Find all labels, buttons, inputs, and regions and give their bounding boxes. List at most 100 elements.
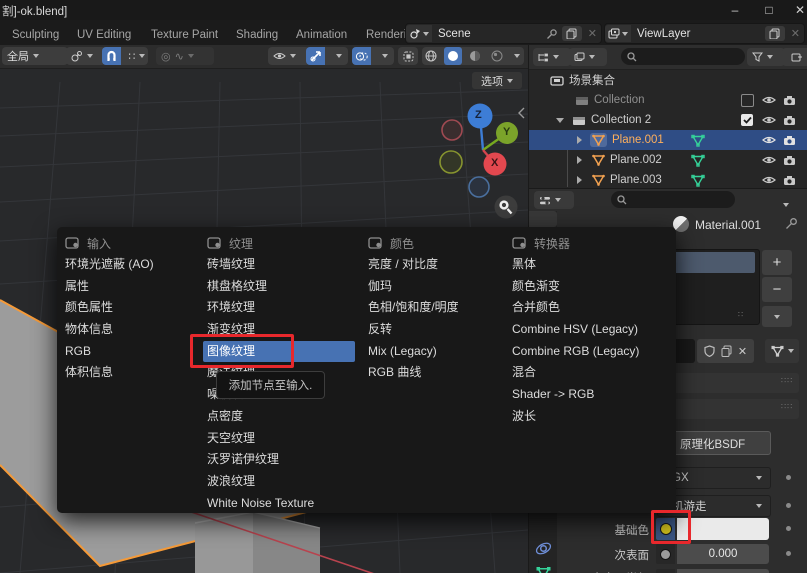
gizmo-dropdown[interactable]: [329, 47, 348, 65]
show-gizmo-toggle[interactable]: [306, 47, 325, 65]
new-collection-button[interactable]: [782, 48, 807, 66]
gizmo-z-label[interactable]: Z: [475, 109, 482, 121]
expand-arrow-icon[interactable]: [577, 136, 582, 144]
add-slot-button[interactable]: +: [762, 250, 792, 275]
row-label[interactable]: Plane.002: [610, 154, 662, 166]
exclude-checkbox[interactable]: [741, 114, 753, 126]
row-label[interactable]: Collection: [594, 94, 645, 106]
tab-uv-editing[interactable]: UV Editing: [77, 25, 131, 45]
node-tree-dropdown[interactable]: [765, 339, 799, 363]
tab-shading[interactable]: Shading: [236, 25, 278, 45]
row-label[interactable]: Plane.003: [610, 174, 662, 186]
menu-item-invert[interactable]: 反转: [368, 319, 459, 341]
menu-item-white-noise-texture[interactable]: White Noise Texture: [207, 493, 355, 515]
disable-render-camera-icon[interactable]: [783, 175, 796, 186]
menu-item-combine-hsv-legacy[interactable]: Combine HSV (Legacy): [512, 319, 639, 341]
outliner-display-mode-dropdown[interactable]: [533, 48, 571, 66]
outliner-row-collection[interactable]: Collection: [529, 90, 807, 110]
exclude-checkbox[interactable]: [741, 94, 754, 107]
outliner-filter-dropdown[interactable]: [747, 48, 785, 66]
animate-dot[interactable]: [786, 475, 791, 480]
xray-toggle[interactable]: [398, 47, 418, 65]
new-viewlayer-button[interactable]: [765, 26, 785, 41]
menu-item-brick-texture[interactable]: 砖墙纹理: [207, 254, 355, 276]
object-visibility-dropdown[interactable]: [268, 47, 310, 65]
menu-item-checker-texture[interactable]: 棋盘格纹理: [207, 276, 355, 298]
collapse-arrow-icon[interactable]: [556, 118, 564, 123]
shading-rendered-button[interactable]: [488, 47, 506, 65]
animate-dot[interactable]: [786, 551, 791, 556]
menu-item-mix-legacy[interactable]: Mix (Legacy): [368, 341, 459, 363]
menu-item-shader-to-rgb[interactable]: Shader -> RGB: [512, 384, 639, 406]
menu-item-blackbody[interactable]: 黑体: [512, 254, 639, 276]
menu-item-volume-info[interactable]: 体积信息: [65, 362, 154, 384]
shading-solid-button[interactable]: [444, 47, 462, 65]
scene-selector[interactable]: Scene ✕: [405, 23, 602, 44]
tab-animation[interactable]: Animation: [296, 25, 347, 45]
snap-toggle[interactable]: [102, 47, 121, 65]
tab-sculpting[interactable]: Sculpting: [12, 25, 59, 45]
animate-dot[interactable]: [786, 503, 791, 508]
copy-material-icon[interactable]: [721, 345, 732, 357]
hide-eye-icon[interactable]: [762, 155, 776, 165]
menu-item-environment-texture[interactable]: 环境纹理: [207, 297, 355, 319]
subsurface-value-field[interactable]: 0.000: [677, 544, 769, 564]
close-button[interactable]: ✕: [787, 1, 807, 19]
tab-physics-icon[interactable]: [535, 541, 552, 556]
pin-icon[interactable]: [785, 217, 798, 230]
viewlayer-selector[interactable]: ViewLayer ✕: [604, 23, 805, 44]
gizmo-x-label[interactable]: X: [491, 157, 498, 169]
properties-search-input[interactable]: [611, 191, 735, 208]
menu-item-wave-texture[interactable]: 波浪纹理: [207, 471, 355, 493]
menu-item-voronoi-texture[interactable]: 沃罗诺伊纹理: [207, 449, 355, 471]
row-label[interactable]: Collection 2: [591, 114, 651, 126]
menu-item-ambient-occlusion[interactable]: 环境光遮蔽 (AO): [65, 254, 154, 276]
outliner-row-plane001[interactable]: Plane.001: [529, 130, 807, 150]
menu-item-brightness-contrast[interactable]: 亮度 / 对比度: [368, 254, 459, 276]
menu-item-mix[interactable]: 混合: [512, 362, 639, 384]
tab-texture-paint[interactable]: Texture Paint: [151, 25, 218, 45]
disable-render-camera-icon[interactable]: [783, 95, 796, 106]
menu-item-rgb[interactable]: RGB: [65, 341, 154, 363]
expand-arrow-icon[interactable]: [577, 156, 582, 164]
shading-material-button[interactable]: [466, 47, 484, 65]
menu-item-sky-texture[interactable]: 天空纹理: [207, 428, 355, 450]
menu-item-color-ramp[interactable]: 颜色渐变: [512, 276, 639, 298]
menu-item-combine-rgb-legacy[interactable]: Combine RGB (Legacy): [512, 341, 639, 363]
slot-specials-dropdown[interactable]: [762, 306, 792, 327]
tab-object-data-icon[interactable]: [536, 566, 551, 573]
menu-item-combine-color[interactable]: 合并颜色: [512, 297, 639, 319]
subsurface-socket-button[interactable]: [656, 544, 675, 564]
fake-user-shield-icon[interactable]: [704, 345, 715, 357]
subsurface-radius-socket-button[interactable]: [656, 569, 675, 573]
gizmo-y-label[interactable]: Y: [503, 126, 510, 138]
tab-rendering[interactable]: Renderi: [366, 25, 406, 45]
proportional-editing-group[interactable]: ◎∿: [156, 47, 214, 65]
disable-render-camera-icon[interactable]: [783, 115, 796, 126]
viewlayer-name[interactable]: ViewLayer: [631, 28, 765, 40]
disable-render-camera-icon[interactable]: [783, 135, 796, 146]
outliner-search-input[interactable]: [621, 48, 745, 65]
outliner-row-plane003[interactable]: Plane.003: [529, 170, 807, 190]
pin-icon[interactable]: [546, 28, 558, 40]
menu-item-object-info[interactable]: 物体信息: [65, 319, 154, 341]
menu-item-hue-saturation-value[interactable]: 色相/饱和度/明度: [368, 297, 459, 319]
new-scene-button[interactable]: [562, 26, 582, 41]
breadcrumb-material-name[interactable]: Material.001: [695, 218, 761, 232]
hide-eye-icon[interactable]: [762, 115, 776, 125]
animate-dot[interactable]: [786, 526, 791, 531]
transform-orientation-dropdown[interactable]: 全局: [2, 47, 68, 65]
unlink-material-icon[interactable]: ✕: [738, 345, 747, 358]
shading-wireframe-button[interactable]: [422, 47, 440, 65]
outliner-row-plane002[interactable]: Plane.002: [529, 150, 807, 170]
viewport-options-dropdown[interactable]: 选项: [472, 72, 522, 89]
show-overlays-toggle[interactable]: [352, 47, 371, 65]
outliner-row-scene-collection[interactable]: 场景集合: [529, 70, 807, 90]
outliner-filter-id-dropdown[interactable]: [569, 48, 607, 66]
expand-arrow-icon[interactable]: [577, 176, 582, 184]
hide-eye-icon[interactable]: [762, 135, 776, 145]
remove-slot-button[interactable]: −: [762, 277, 792, 302]
properties-options-dropdown[interactable]: [783, 196, 789, 210]
scene-icon[interactable]: [406, 25, 432, 42]
hide-eye-icon[interactable]: [762, 175, 776, 185]
